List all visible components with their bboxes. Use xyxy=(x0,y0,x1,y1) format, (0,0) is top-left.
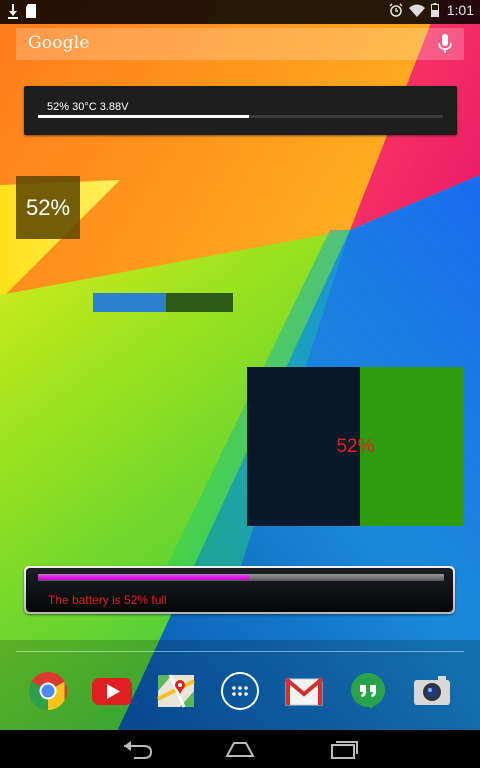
sd-card-notification-icon xyxy=(26,3,36,19)
battery-percent-label: 52% xyxy=(336,435,375,457)
battery-percent-label: 52% xyxy=(25,194,71,220)
battery-level-fill xyxy=(93,293,166,312)
camera-icon[interactable] xyxy=(412,671,452,711)
battery-widget-framed-bar[interactable]: The battery is 52% full xyxy=(24,566,455,614)
navigation-bar xyxy=(0,730,480,768)
youtube-icon[interactable] xyxy=(92,671,132,711)
apps-drawer-icon[interactable] xyxy=(220,671,260,711)
chrome-icon[interactable] xyxy=(28,671,68,711)
battery-icon xyxy=(430,3,439,17)
google-logo[interactable]: Google xyxy=(28,33,90,53)
battery-widget-square[interactable]: 52% xyxy=(16,176,80,239)
wifi-icon xyxy=(408,4,425,17)
back-icon[interactable] xyxy=(120,738,154,765)
battery-widget-mini-bar[interactable] xyxy=(93,293,233,312)
battery-level-track xyxy=(38,574,444,581)
hangouts-icon[interactable] xyxy=(348,671,388,711)
recents-icon[interactable] xyxy=(328,738,360,765)
dock-divider xyxy=(16,651,464,652)
battery-level-fill xyxy=(38,575,250,580)
mic-icon[interactable] xyxy=(438,34,452,59)
battery-widget-panel: The battery is 52% full xyxy=(26,568,453,612)
battery-level-fill xyxy=(38,115,249,118)
download-notification-icon xyxy=(8,3,18,19)
maps-icon[interactable] xyxy=(156,671,196,711)
home-icon[interactable] xyxy=(224,738,256,765)
battery-level-track xyxy=(38,115,443,118)
google-search-bar[interactable]: Google xyxy=(16,28,464,60)
status-bar[interactable]: 1:01 xyxy=(0,0,480,24)
status-time: 1:01 xyxy=(446,2,474,18)
battery-widget-text-bar[interactable]: 52% 30°C 3.88V xyxy=(24,86,457,135)
alarm-icon xyxy=(389,3,403,17)
battery-status-text: 52% 30°C 3.88V xyxy=(47,101,129,113)
battery-widget-block[interactable]: 52% xyxy=(247,367,464,526)
gmail-icon[interactable] xyxy=(284,671,324,711)
battery-status-text: The battery is 52% full xyxy=(48,593,167,607)
